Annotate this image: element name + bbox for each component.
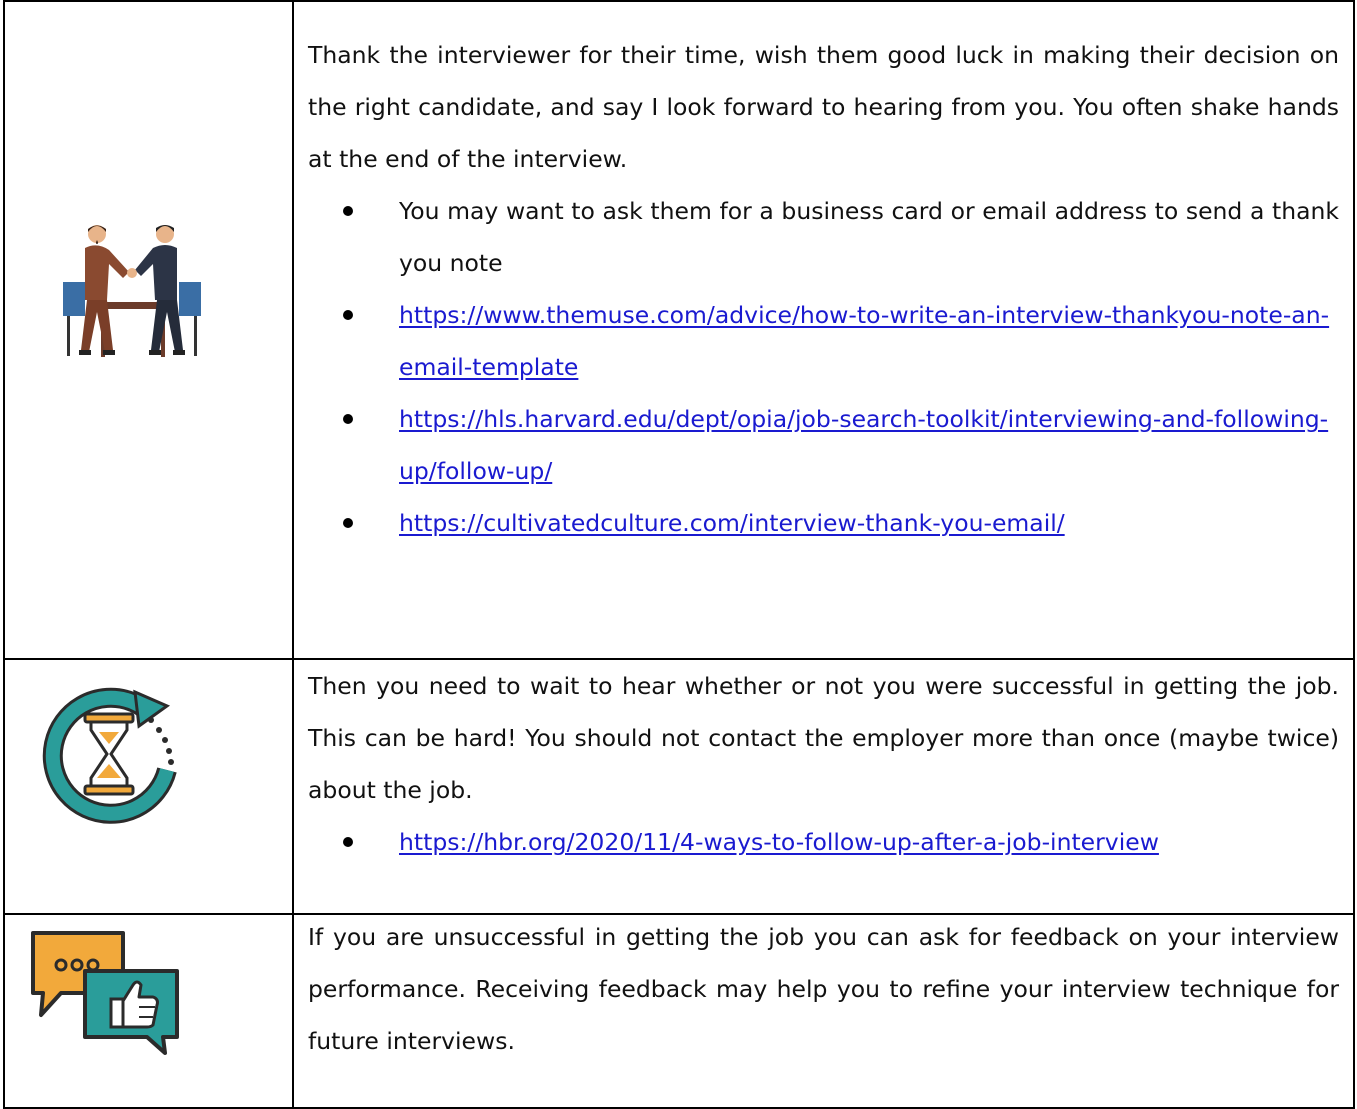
icon-cell [3, 913, 294, 1109]
list-item: https://www.themuse.com/advice/how-to-wr… [308, 289, 1339, 393]
bullet-dot [343, 518, 353, 528]
list-item: https://cultivatedculture.com/interview-… [308, 497, 1339, 549]
paragraph: If you are unsuccessful in getting the j… [308, 923, 1339, 1055]
list-item: https://hbr.org/2020/11/4-ways-to-follow… [308, 816, 1339, 868]
text-cell: Then you need to wait to hear whether or… [292, 658, 1355, 915]
icon-cell [3, 658, 294, 915]
text-cell: Thank the interviewer for their time, wi… [292, 0, 1355, 660]
link-themuse[interactable]: https://www.themuse.com/advice/how-to-wr… [399, 301, 1329, 381]
bullet-dot [343, 414, 353, 424]
bullet-list: https://hbr.org/2020/11/4-ways-to-follow… [308, 816, 1339, 868]
paragraph: Then you need to wait to hear whether or… [308, 672, 1339, 804]
bullet-list: You may want to ask them for a business … [308, 185, 1339, 549]
link-harvard[interactable]: https://hls.harvard.edu/dept/opia/job-se… [399, 405, 1328, 485]
table-row: If you are unsuccessful in getting the j… [3, 913, 1355, 1109]
bullet-dot [343, 310, 353, 320]
hourglass-wait-icon [35, 678, 185, 832]
content-table: Thank the interviewer for their time, wi… [3, 0, 1355, 1109]
link-hbr[interactable]: https://hbr.org/2020/11/4-ways-to-follow… [399, 828, 1159, 856]
paragraph: Thank the interviewer for their time, wi… [308, 41, 1339, 173]
table-row: Then you need to wait to hear whether or… [3, 658, 1355, 915]
table-row: Thank the interviewer for their time, wi… [3, 0, 1355, 660]
list-item: https://hls.harvard.edu/dept/opia/job-se… [308, 393, 1339, 497]
list-item: You may want to ask them for a business … [308, 185, 1339, 289]
feedback-chat-icon [27, 927, 187, 1061]
bullet-dot [343, 837, 353, 847]
bullet-text: You may want to ask them for a business … [399, 197, 1339, 277]
bullet-dot [343, 206, 353, 216]
link-cultivatedculture[interactable]: https://cultivatedculture.com/interview-… [399, 509, 1065, 537]
handshake-icon [57, 220, 207, 364]
icon-cell [3, 0, 294, 660]
text-cell: If you are unsuccessful in getting the j… [292, 913, 1355, 1109]
